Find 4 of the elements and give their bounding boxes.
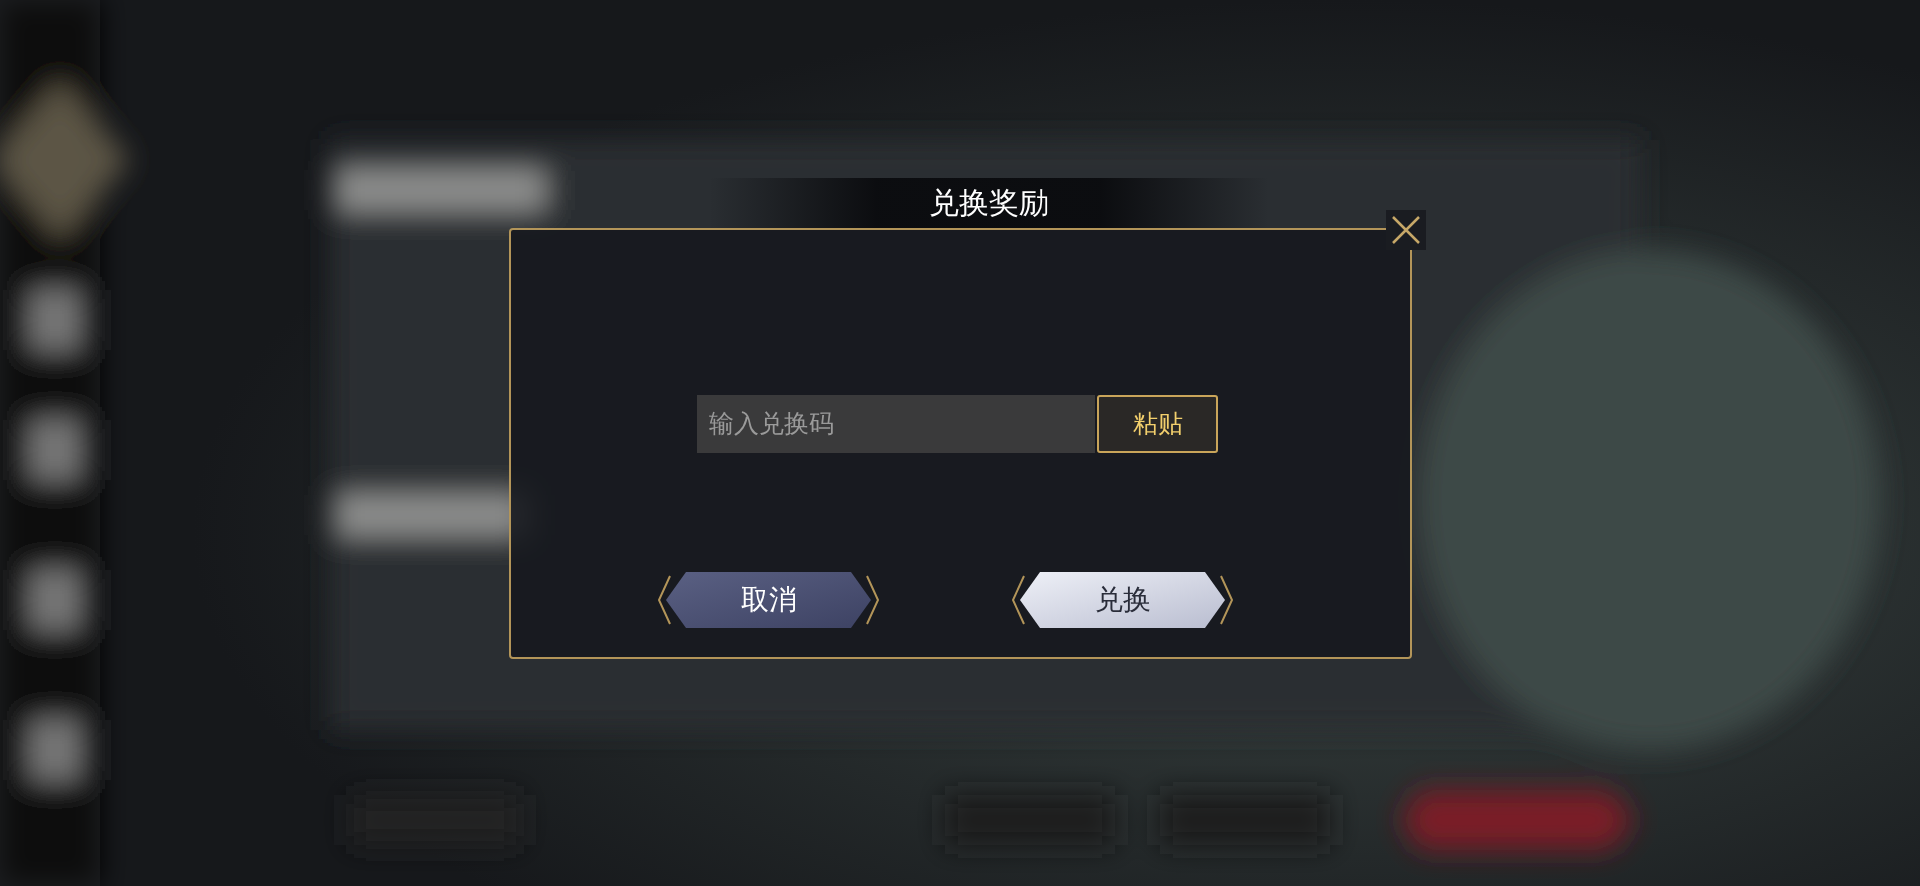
dialog-title: 兑换奖励 bbox=[929, 188, 1049, 218]
paste-button[interactable]: 粘贴 bbox=[1097, 395, 1218, 453]
close-button[interactable] bbox=[1386, 210, 1426, 250]
code-input-field[interactable]: 输入兑换码 bbox=[697, 395, 1095, 453]
